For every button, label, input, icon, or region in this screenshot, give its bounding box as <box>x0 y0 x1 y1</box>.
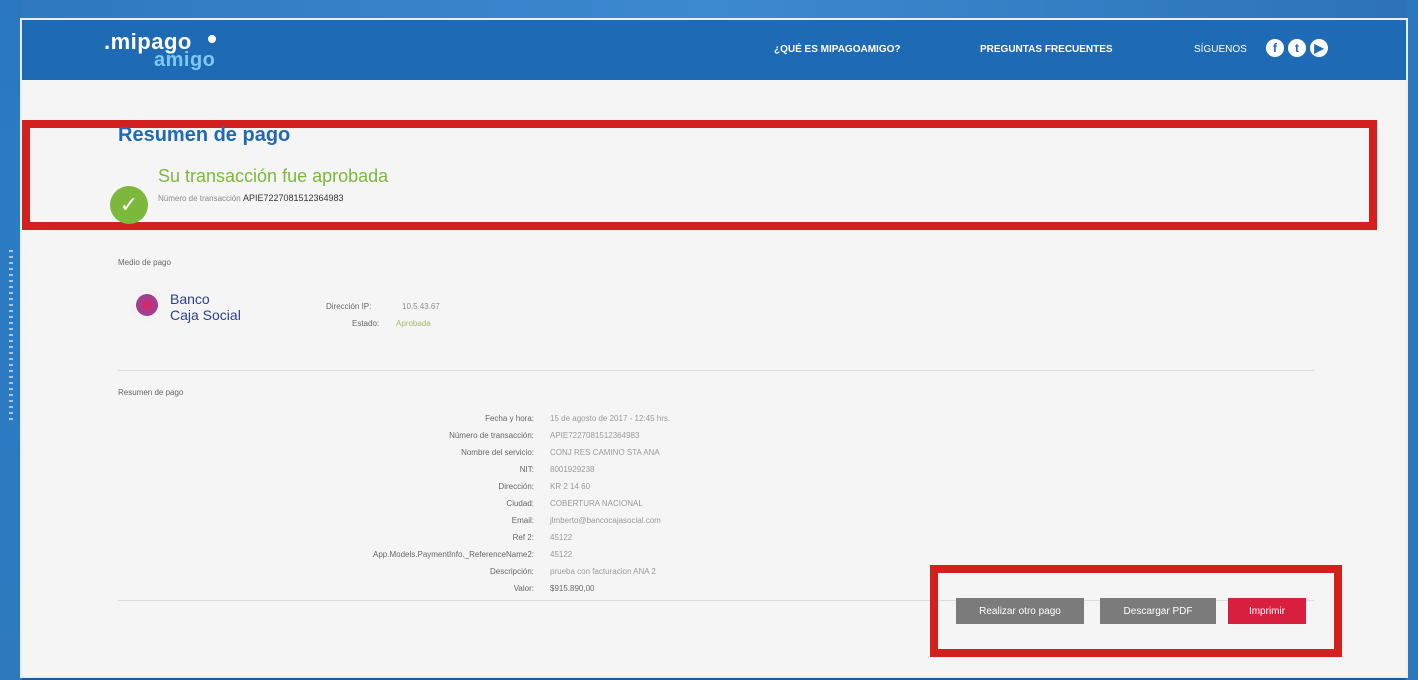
barcode-strip <box>9 250 13 420</box>
detail-value: KR 2 14 60 <box>550 482 591 491</box>
payment-method-title: Medio de pago <box>118 258 171 267</box>
nav-what-is[interactable]: ¿QUÉ ES MIPAGOAMIGO? <box>774 44 900 55</box>
detail-label: Dirección: <box>498 482 534 491</box>
left-edge <box>0 0 22 680</box>
bank-name-line2: Caja Social <box>170 307 241 323</box>
mipagoamigo-logo[interactable]: .mipago amigo <box>104 29 224 71</box>
status-value: Aprobada <box>396 319 431 328</box>
transaction-value: APIE7227081512364983 <box>242 193 344 203</box>
check-icon: ✓ <box>110 186 148 224</box>
details-title: Resumen de pago <box>118 388 184 397</box>
detail-value: $915.890,00 <box>550 584 595 593</box>
detail-label: Descripción: <box>489 567 534 576</box>
download-pdf-button[interactable]: Descargar PDF <box>1100 598 1216 624</box>
detail-value: CONJ RES CAMINO STA ANA <box>550 448 660 457</box>
payment-summary-page: Resumen de pago ✓ Su transacción fue apr… <box>22 80 1406 676</box>
logo-text-bottom: amigo <box>154 49 216 71</box>
detail-value: APIE7227081512364983 <box>550 431 640 440</box>
bank-mark-icon <box>130 288 164 322</box>
transaction-label: Número de transacción <box>158 194 241 203</box>
site-header: .mipago amigo ¿QUÉ ES MIPAGOAMIGO? PREGU… <box>22 20 1406 80</box>
detail-value: 15 de agosto de 2017 - 12:45 hrs. <box>550 414 671 423</box>
follow-us-label: SÍGUENOS <box>1194 44 1247 55</box>
status-label: Estado: <box>352 319 380 328</box>
bank-name-line1: Banco <box>170 291 210 307</box>
youtube-icon[interactable]: ▶ <box>1310 39 1328 57</box>
transaction-info: Número de transacción APIE72270815123649… <box>158 193 344 203</box>
detail-label: Ciudad: <box>506 499 534 508</box>
new-payment-button[interactable]: Realizar otro pago <box>956 598 1084 624</box>
detail-label: Email: <box>511 516 534 525</box>
facebook-icon[interactable]: f <box>1266 39 1284 57</box>
detail-value: COBERTURA NACIONAL <box>550 499 643 508</box>
detail-value: 8001929238 <box>550 465 595 474</box>
ip-value: 10.5.43.67 <box>402 302 440 311</box>
twitter-icon[interactable]: t <box>1288 39 1306 57</box>
browser-page: .mipago amigo ¿QUÉ ES MIPAGOAMIGO? PREGU… <box>22 20 1406 676</box>
right-edge <box>1406 0 1418 680</box>
section-divider <box>118 370 1314 371</box>
detail-label: Ref 2: <box>512 533 534 542</box>
print-button[interactable]: Imprimir <box>1228 598 1306 624</box>
nav-faq[interactable]: PREGUNTAS FRECUENTES <box>980 44 1113 55</box>
detail-value: jlmberto@bancocajasocial.com <box>550 516 661 525</box>
page-title: Resumen de pago <box>118 124 291 146</box>
detail-value: prueba con facturacion ANA 2 <box>550 567 656 576</box>
detail-label: NIT: <box>519 465 534 474</box>
ip-label: Dirección IP: <box>326 302 372 311</box>
detail-value: 45122 <box>550 550 573 559</box>
detail-label: Número de transacción: <box>449 431 534 440</box>
detail-label: Nombre del servicio: <box>461 448 534 457</box>
detail-label: Fecha y hora: <box>485 414 534 423</box>
approved-message: Su transacción fue aprobada <box>158 166 389 186</box>
detail-value: 45122 <box>550 533 573 542</box>
bank-logo: Banco Caja Social <box>130 286 290 334</box>
detail-label: App.Models.PaymentInfo._ReferenceName2: <box>373 550 534 559</box>
logo-dot <box>208 35 216 43</box>
detail-label: Valor: <box>513 584 534 593</box>
